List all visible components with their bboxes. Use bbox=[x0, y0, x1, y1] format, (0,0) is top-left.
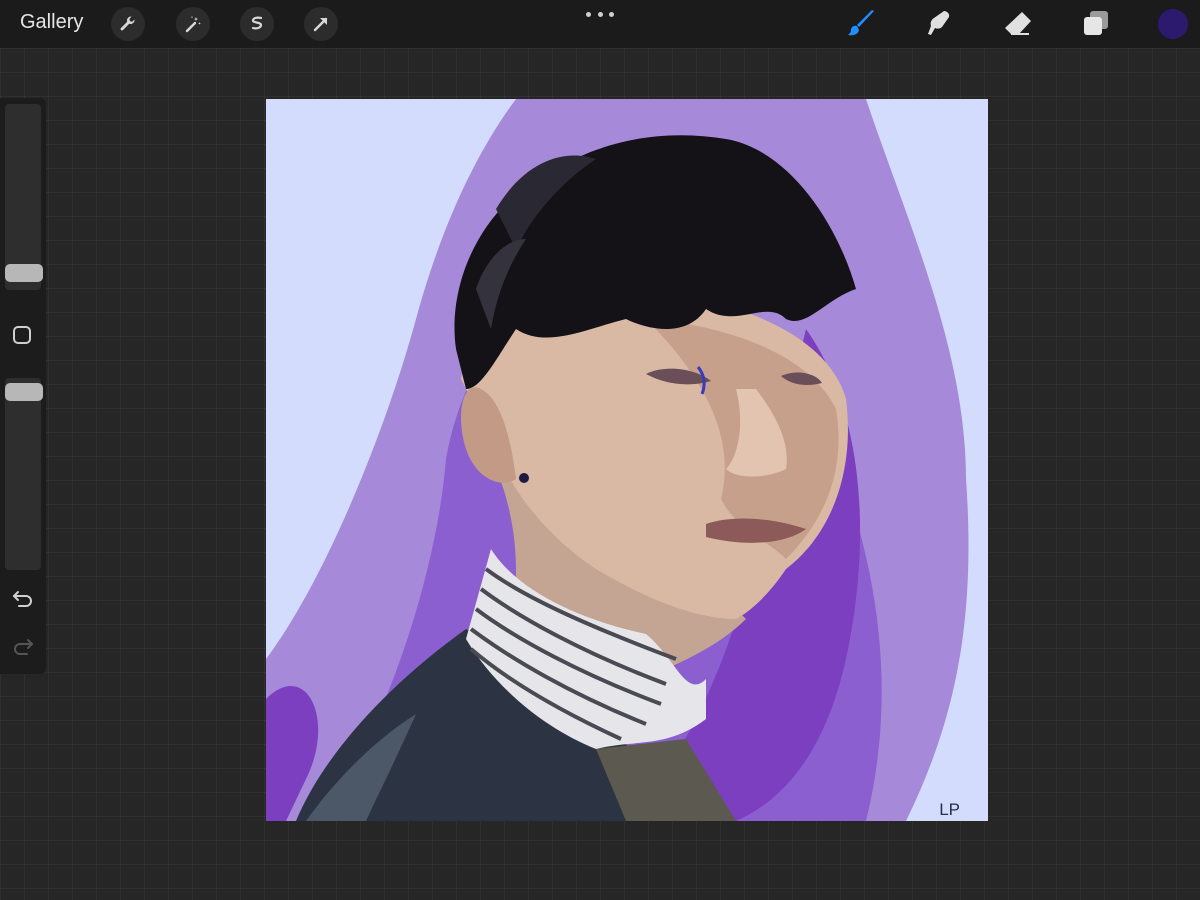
transform-arrow-icon bbox=[313, 17, 328, 32]
modify-button[interactable] bbox=[13, 326, 31, 344]
eraser-icon bbox=[1005, 12, 1031, 35]
eraser-tool-button[interactable] bbox=[1000, 6, 1036, 42]
artist-signature: LP bbox=[939, 800, 960, 819]
transform-button[interactable] bbox=[304, 7, 338, 41]
magic-wand-icon bbox=[185, 16, 201, 33]
adjustments-button[interactable] bbox=[176, 7, 210, 41]
redo-button[interactable] bbox=[11, 634, 35, 658]
dot-icon bbox=[609, 11, 614, 17]
left-sidebar bbox=[0, 98, 46, 674]
layers-icon bbox=[1084, 11, 1108, 35]
color-picker-button[interactable] bbox=[1158, 9, 1188, 39]
opacity-thumb[interactable] bbox=[5, 383, 43, 401]
opacity-slider[interactable] bbox=[5, 378, 41, 570]
dot-icon bbox=[597, 11, 603, 17]
wrench-icon bbox=[120, 16, 135, 31]
undo-icon bbox=[13, 591, 32, 607]
portrait-artwork: LP bbox=[266, 99, 969, 821]
selection-button[interactable] bbox=[240, 7, 274, 41]
drawing-canvas[interactable]: LP bbox=[266, 99, 988, 821]
top-toolbar: Gallery bbox=[0, 0, 1200, 48]
brush-size-slider[interactable] bbox=[5, 104, 41, 290]
redo-icon bbox=[14, 639, 33, 655]
more-options-button[interactable] bbox=[586, 6, 614, 22]
smudge-icon bbox=[928, 11, 950, 35]
selection-icon bbox=[251, 16, 263, 30]
gallery-button[interactable]: Gallery bbox=[20, 11, 83, 34]
brush-tool-button[interactable] bbox=[843, 6, 879, 42]
undo-button[interactable] bbox=[11, 586, 35, 610]
smudge-tool-button[interactable] bbox=[922, 6, 958, 42]
layers-button[interactable] bbox=[1078, 6, 1114, 42]
brush-size-thumb[interactable] bbox=[5, 264, 43, 282]
brush-icon bbox=[848, 10, 874, 36]
dot-icon bbox=[586, 11, 591, 17]
actions-button[interactable] bbox=[111, 7, 145, 41]
